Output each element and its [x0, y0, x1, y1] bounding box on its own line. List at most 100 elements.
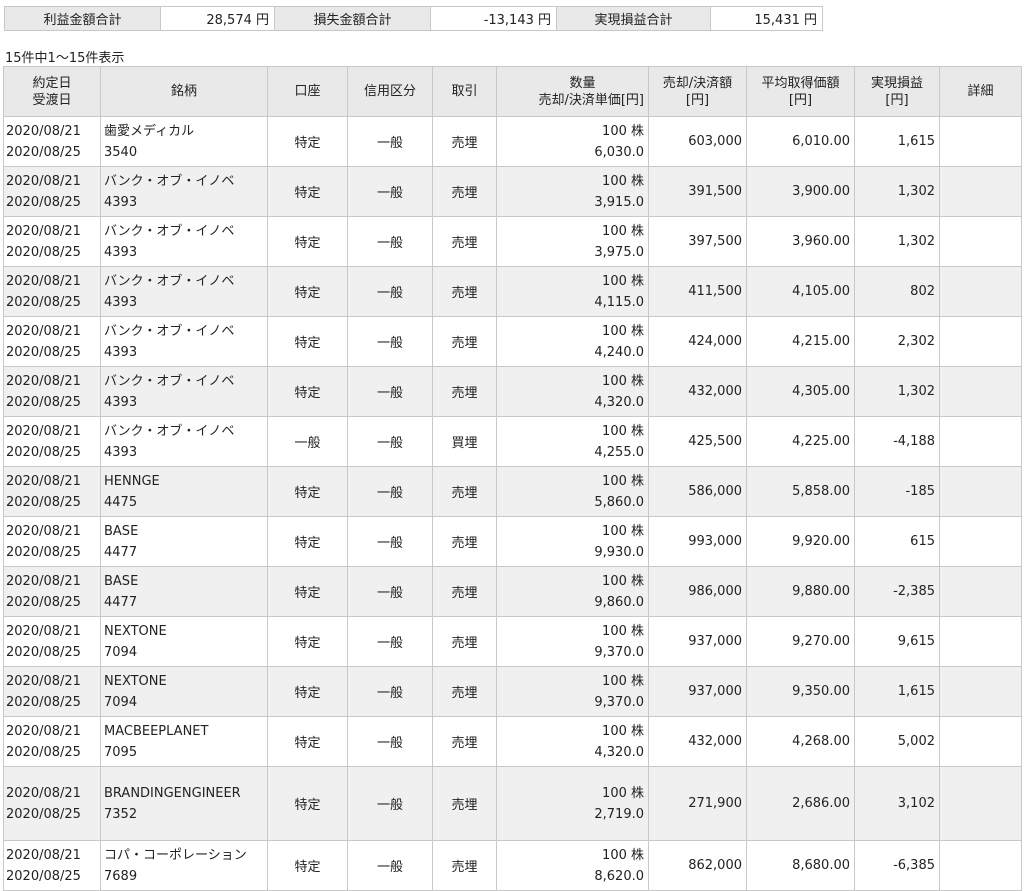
trade-type: 売埋 [432, 516, 497, 567]
unit-price: 4,240.0 [594, 344, 644, 360]
stock-code: 7094 [104, 694, 138, 710]
qty-price-cell: 100 株 9,860.0 [496, 566, 649, 617]
unit-price: 9,370.0 [594, 694, 644, 710]
credit-type: 一般 [347, 716, 433, 767]
trade-type: 売埋 [432, 216, 497, 267]
stock-code: 4393 [104, 394, 138, 410]
table-row: 2020/08/21 2020/08/25 HENNGE 4475 特定 一般 売埋 100 … [3, 466, 1022, 517]
table-row: 2020/08/21 2020/08/25 歯愛メディカル 3540 特定 一般 売埋 100… [3, 116, 1022, 167]
quantity: 100 株 [602, 173, 644, 189]
unit-price: 4,255.0 [594, 444, 644, 460]
account-type: 特定 [267, 716, 348, 767]
realized-pl: -6,385 [854, 840, 940, 891]
qty-price-cell: 100 株 4,320.0 [496, 366, 649, 417]
account-type: 特定 [267, 566, 348, 617]
table-row: 2020/08/21 2020/08/25 バンク・オブ・イノベ 4393 特定 一般 売埋… [3, 316, 1022, 367]
qty-price-cell: 100 株 4,115.0 [496, 266, 649, 317]
average-cost: 6,010.00 [746, 116, 855, 167]
qty-price-cell: 100 株 5,860.0 [496, 466, 649, 517]
table-row: 2020/08/21 2020/08/25 バンク・オブ・イノベ 4393 特定 一般 売埋… [3, 266, 1022, 317]
realized-pl: 2,302 [854, 316, 940, 367]
stock-name: バンク・オブ・イノベ [104, 273, 235, 289]
trade-type: 売埋 [432, 316, 497, 367]
header-avg: 平均取得価額 [円] [746, 66, 855, 117]
stock-name: BASE [104, 573, 139, 589]
average-cost: 9,270.00 [746, 616, 855, 667]
detail-cell [939, 166, 1022, 217]
account-type: 特定 [267, 116, 348, 167]
date-cell: 2020/08/21 2020/08/25 [3, 466, 101, 517]
account-type: 特定 [267, 840, 348, 891]
trade-date: 2020/08/21 [6, 847, 81, 863]
settlement-amount: 425,500 [648, 416, 747, 467]
profit-total-value: 28,574 円 [160, 6, 275, 31]
detail-cell [939, 366, 1022, 417]
average-cost: 4,305.00 [746, 366, 855, 417]
table-row: 2020/08/21 2020/08/25 バンク・オブ・イノベ 4393 特定 一般 売埋… [3, 216, 1022, 267]
stock-code: 4393 [104, 194, 138, 210]
trade-date: 2020/08/21 [6, 523, 81, 539]
quantity: 100 株 [602, 847, 644, 863]
account-type: 特定 [267, 166, 348, 217]
stock-cell: バンク・オブ・イノベ 4393 [100, 216, 268, 267]
account-type: 一般 [267, 416, 348, 467]
unit-price: 5,860.0 [594, 494, 644, 510]
stock-code: 7352 [104, 806, 138, 822]
credit-type: 一般 [347, 216, 433, 267]
settle-date: 2020/08/25 [6, 544, 81, 560]
date-cell: 2020/08/21 2020/08/25 [3, 766, 101, 841]
loss-total-label: 損失金額合計 [274, 6, 431, 31]
stock-name: BRANDINGENGINEER [104, 785, 241, 801]
unit-price: 9,860.0 [594, 594, 644, 610]
realized-pl: 615 [854, 516, 940, 567]
trade-type: 売埋 [432, 116, 497, 167]
stock-cell: BASE 4477 [100, 566, 268, 617]
header-amount: 売却/決済額 [円] [648, 66, 747, 117]
credit-type: 一般 [347, 366, 433, 417]
quantity: 100 株 [602, 223, 644, 239]
trade-date: 2020/08/21 [6, 323, 81, 339]
header-qty: 数量 [569, 75, 596, 91]
unit-price: 8,620.0 [594, 868, 644, 884]
stock-name: バンク・オブ・イノベ [104, 423, 235, 439]
detail-cell [939, 316, 1022, 367]
stock-name: BASE [104, 523, 139, 539]
trade-date: 2020/08/21 [6, 473, 81, 489]
realized-pl: 1,302 [854, 216, 940, 267]
realized-pl: 9,615 [854, 616, 940, 667]
result-count: 15件中1～15件表示 [5, 51, 125, 66]
header-price: 売却/決済単価[円] [538, 92, 644, 108]
unit-price: 3,975.0 [594, 244, 644, 260]
detail-cell [939, 766, 1022, 841]
trade-date: 2020/08/21 [6, 173, 81, 189]
stock-name: コパ・コーポレーション [104, 847, 247, 863]
quantity: 100 株 [602, 573, 644, 589]
date-cell: 2020/08/21 2020/08/25 [3, 216, 101, 267]
realized-pl: 1,615 [854, 666, 940, 717]
trade-type: 売埋 [432, 716, 497, 767]
trade-date: 2020/08/21 [6, 573, 81, 589]
qty-price-cell: 100 株 9,370.0 [496, 616, 649, 667]
stock-name: バンク・オブ・イノベ [104, 323, 235, 339]
stock-cell: BRANDINGENGINEER 7352 [100, 766, 268, 841]
settlement-amount: 397,500 [648, 216, 747, 267]
date-cell: 2020/08/21 2020/08/25 [3, 666, 101, 717]
stock-cell: バンク・オブ・イノベ 4393 [100, 366, 268, 417]
average-cost: 4,105.00 [746, 266, 855, 317]
header-settle-date: 受渡日 [32, 92, 72, 108]
header-account: 口座 [267, 66, 348, 117]
settlement-amount: 937,000 [648, 616, 747, 667]
settle-date: 2020/08/25 [6, 644, 81, 660]
stock-cell: バンク・オブ・イノベ 4393 [100, 266, 268, 317]
table-row: 2020/08/21 2020/08/25 コパ・コーポレーション 7689 特定 一般売… [3, 840, 1022, 891]
average-cost: 3,900.00 [746, 166, 855, 217]
stock-code: 4393 [104, 294, 138, 310]
realized-pl: 3,102 [854, 766, 940, 841]
date-cell: 2020/08/21 2020/08/25 [3, 566, 101, 617]
settle-date: 2020/08/25 [6, 294, 81, 310]
trade-type: 売埋 [432, 166, 497, 217]
quantity: 100 株 [602, 373, 644, 389]
settle-date: 2020/08/25 [6, 594, 81, 610]
header-amount-unit: [円] [685, 92, 710, 108]
stock-code: 3540 [104, 144, 138, 160]
